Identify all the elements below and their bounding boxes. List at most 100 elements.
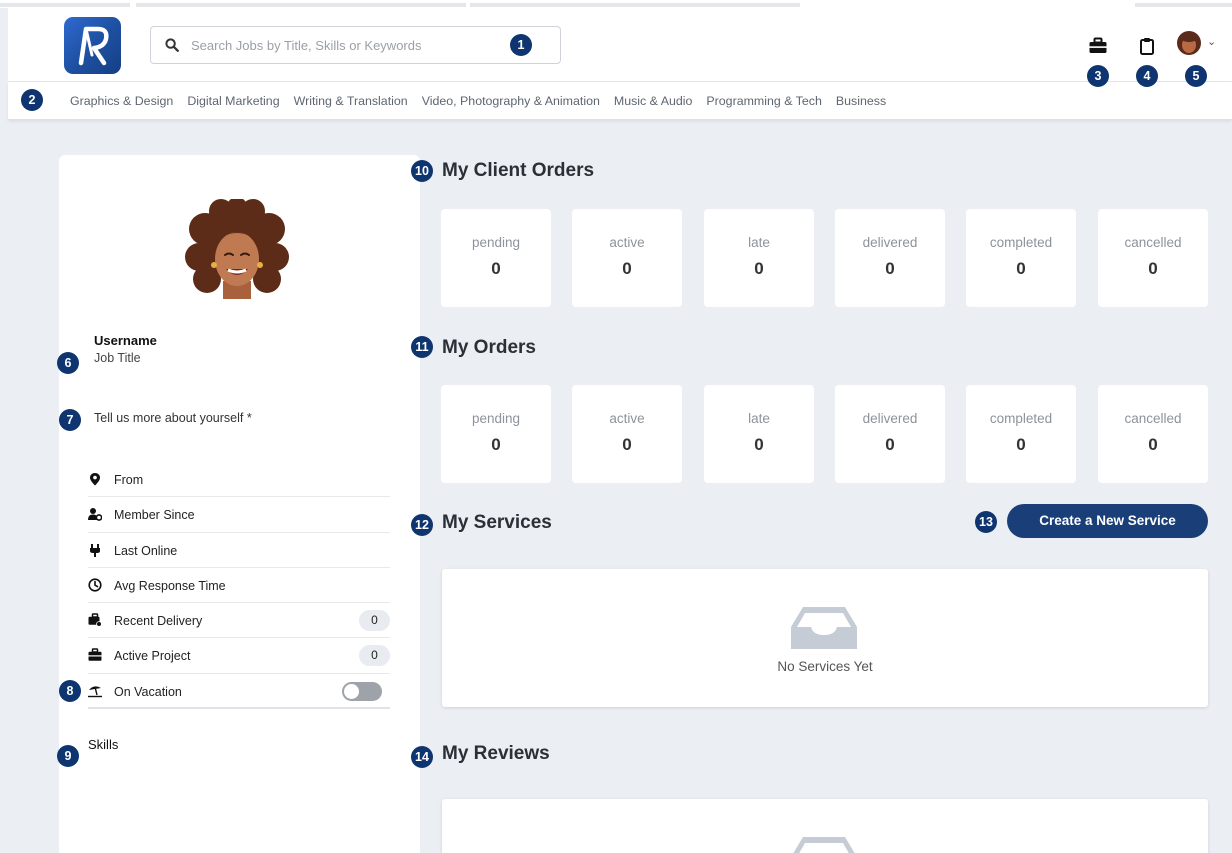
tab-strip xyxy=(0,0,1232,8)
status-count: 0 xyxy=(754,435,764,454)
category-link[interactable]: Video, Photography & Animation xyxy=(422,94,600,108)
stat-row-active-project: Active Project 0 xyxy=(88,638,390,674)
category-nav: Graphics & Design Digital Marketing Writ… xyxy=(8,82,1232,120)
tab-strip-segment xyxy=(1135,3,1232,7)
stat-label: On Vacation xyxy=(114,684,182,699)
profile-card: Username Job Title Tell us more about yo… xyxy=(59,155,420,853)
tab-strip-segment xyxy=(0,3,130,7)
top-header: Search Jobs by Title, Skills or Keywords… xyxy=(8,8,1232,82)
order-status-card[interactable]: completed 0 xyxy=(966,209,1076,307)
stat-label: Last Online xyxy=(114,543,178,558)
briefcase-icon[interactable] xyxy=(1088,36,1108,56)
marker-4: 4 xyxy=(1136,65,1158,87)
order-status-card[interactable]: cancelled 0 xyxy=(1098,209,1208,307)
search-input[interactable]: Search Jobs by Title, Skills or Keywords xyxy=(191,38,421,53)
stat-row-on-vacation: On Vacation xyxy=(88,674,390,710)
reviews-panel xyxy=(442,799,1208,853)
marker-13: 13 xyxy=(975,511,997,533)
search-icon xyxy=(165,38,179,52)
create-service-button[interactable]: Create a New Service xyxy=(1007,504,1208,538)
vacation-toggle[interactable] xyxy=(342,681,382,701)
status-label: completed xyxy=(989,411,1053,426)
beach-umbrella-icon xyxy=(88,686,102,697)
client-orders-cards: pending 0 active 0 late 0 delivered 0 comple… xyxy=(441,209,1208,307)
services-empty-panel: No Services Yet xyxy=(442,569,1208,707)
stat-label: Member Since xyxy=(114,508,195,523)
status-count: 0 xyxy=(622,259,632,278)
category-link[interactable]: Digital Marketing xyxy=(187,94,279,108)
status-count: 0 xyxy=(1016,435,1026,454)
avatar xyxy=(1174,29,1204,59)
clock-icon xyxy=(88,578,102,592)
marker-3: 3 xyxy=(1087,65,1109,87)
status-count: 0 xyxy=(754,259,764,278)
stat-row-from: From xyxy=(88,462,390,498)
status-label: active xyxy=(609,235,645,250)
marker-6: 6 xyxy=(57,352,79,374)
stat-row-avg-response: Avg Response Time xyxy=(88,568,390,604)
order-status-card[interactable]: late 0 xyxy=(704,385,814,483)
user-avatar-button[interactable] xyxy=(1174,29,1204,59)
briefcase-icon xyxy=(88,648,102,662)
marker-12: 12 xyxy=(411,514,433,536)
stat-row-recent-delivery: Recent Delivery 0 xyxy=(88,603,390,639)
about-prompt[interactable]: Tell us more about yourself * xyxy=(94,411,252,425)
order-status-card[interactable]: active 0 xyxy=(572,385,682,483)
stat-label: Active Project xyxy=(114,649,191,664)
order-status-card[interactable]: cancelled 0 xyxy=(1098,385,1208,483)
order-status-card[interactable]: pending 0 xyxy=(441,385,551,483)
empty-services-text: No Services Yet xyxy=(777,659,873,674)
tab-strip-segment xyxy=(136,3,466,7)
marker-7: 7 xyxy=(59,409,81,431)
profile-avatar[interactable] xyxy=(185,199,289,305)
order-status-card[interactable]: completed 0 xyxy=(966,385,1076,483)
marker-11: 11 xyxy=(411,336,433,358)
profile-stats: From Member Since Last Online Avg Respon… xyxy=(88,462,390,710)
location-pin-icon xyxy=(90,473,100,486)
marker-1: 1 xyxy=(510,34,532,56)
username: Username xyxy=(94,333,157,348)
category-link[interactable]: Writing & Translation xyxy=(294,94,408,108)
skills-heading: Skills xyxy=(88,737,119,752)
status-label: late xyxy=(748,411,770,426)
status-count: 0 xyxy=(885,259,895,278)
marker-14: 14 xyxy=(411,746,433,768)
category-link[interactable]: Programming & Tech xyxy=(706,94,821,108)
marker-5: 5 xyxy=(1185,65,1207,87)
active-project-count: 0 xyxy=(359,645,390,667)
my-services-title: My Services xyxy=(442,512,552,533)
status-label: cancelled xyxy=(1124,411,1182,426)
delivery-icon xyxy=(88,613,102,627)
status-label: cancelled xyxy=(1124,235,1182,250)
empty-inbox-icon xyxy=(793,837,855,853)
search-box[interactable]: Search Jobs by Title, Skills or Keywords xyxy=(150,26,561,64)
category-link[interactable]: Graphics & Design xyxy=(70,94,173,108)
my-orders-cards: pending 0 active 0 late 0 delivered 0 comple… xyxy=(441,385,1208,483)
status-label: active xyxy=(609,411,645,426)
status-count: 0 xyxy=(1148,435,1158,454)
marker-9: 9 xyxy=(57,745,79,767)
clipboard-icon[interactable] xyxy=(1137,36,1157,56)
stat-label: Avg Response Time xyxy=(114,578,226,593)
tab-strip-segment xyxy=(470,3,800,7)
marker-2: 2 xyxy=(21,89,43,111)
my-orders-title: My Orders xyxy=(442,337,536,358)
order-status-card[interactable]: active 0 xyxy=(572,209,682,307)
logo[interactable] xyxy=(64,17,121,74)
marker-8: 8 xyxy=(59,680,81,702)
status-label: pending xyxy=(471,235,521,250)
order-status-card[interactable]: delivered 0 xyxy=(835,385,945,483)
order-status-card[interactable]: delivered 0 xyxy=(835,209,945,307)
stat-row-last-online: Last Online xyxy=(88,533,390,568)
status-count: 0 xyxy=(1016,259,1026,278)
stat-label: Recent Delivery xyxy=(114,614,203,629)
chevron-down-icon[interactable]: ⌄ xyxy=(1207,35,1216,48)
order-status-card[interactable]: late 0 xyxy=(704,209,814,307)
job-title[interactable]: Job Title xyxy=(94,351,141,365)
order-status-card[interactable]: pending 0 xyxy=(441,209,551,307)
category-link[interactable]: Music & Audio xyxy=(614,94,693,108)
status-count: 0 xyxy=(491,435,501,454)
category-link[interactable]: Business xyxy=(836,94,886,108)
my-reviews-title: My Reviews xyxy=(442,743,550,764)
status-label: delivered xyxy=(862,235,918,250)
